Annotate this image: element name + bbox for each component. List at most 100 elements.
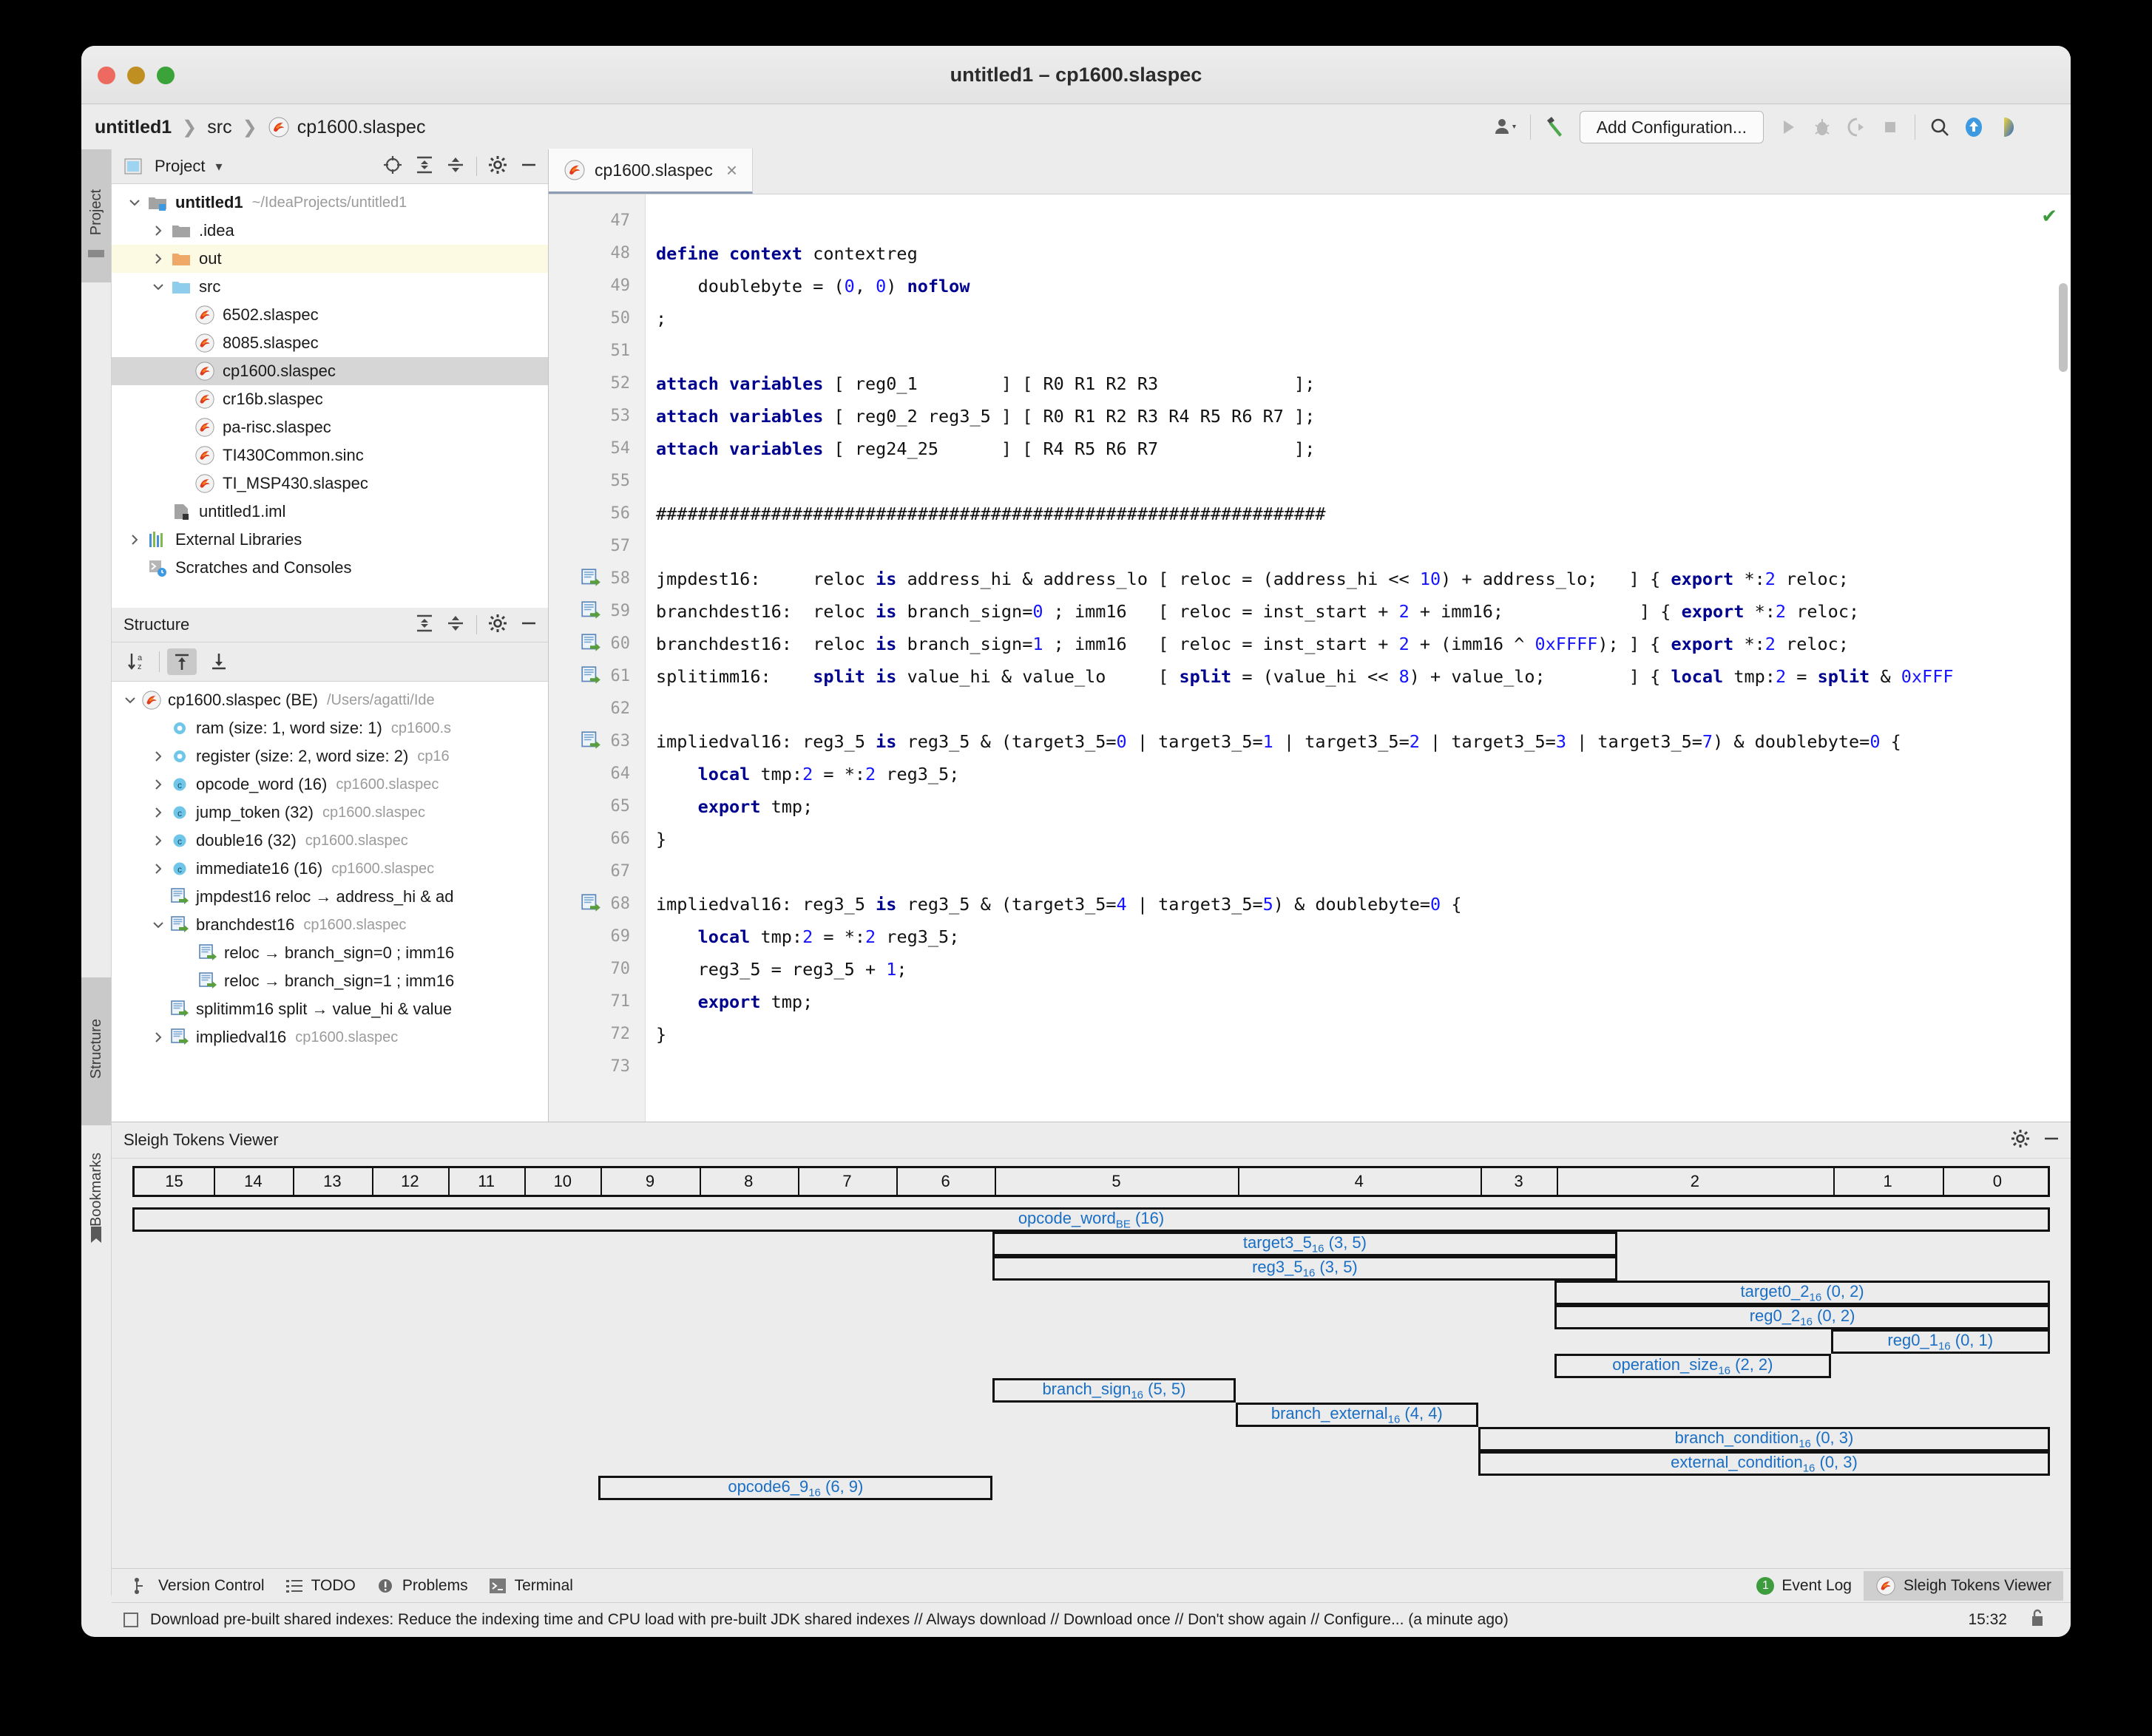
token-field[interactable]: branch_condition16 (0, 3) bbox=[1478, 1427, 2050, 1451]
project-tree-item[interactable]: untitled1.iml bbox=[112, 498, 548, 526]
hide-icon[interactable] bbox=[2041, 1128, 2062, 1153]
structure-tree-item[interactable]: c immediate16 (16) cp1600.slaspec bbox=[112, 855, 548, 883]
code-text[interactable]: define context contextreg doublebyte = (… bbox=[646, 194, 2071, 1083]
project-tree-item[interactable]: TI_MSP430.slaspec bbox=[112, 469, 548, 498]
ide-feature-icon[interactable] bbox=[1991, 110, 2025, 144]
run-coverage-icon[interactable] bbox=[1839, 110, 1873, 144]
project-tree-item[interactable]: src bbox=[112, 273, 548, 301]
chevron-right-icon[interactable] bbox=[150, 223, 166, 239]
project-tree[interactable]: untitled1 ~/IdeaProjects/untitled1 .idea ou… bbox=[112, 184, 548, 582]
token-field[interactable]: branch_sign16 (5, 5) bbox=[992, 1378, 1236, 1403]
chevron-right-icon[interactable] bbox=[150, 861, 166, 877]
structure-tree[interactable]: cp1600.slaspec (BE) /Users/agatti/Ide ram … bbox=[112, 682, 548, 1051]
chevron-down-icon[interactable]: ▾ bbox=[215, 159, 222, 174]
gutter-constructor-icon[interactable] bbox=[580, 730, 602, 752]
token-field[interactable]: target3_516 (3, 5) bbox=[992, 1232, 1617, 1256]
chevron-right-icon[interactable] bbox=[150, 833, 166, 849]
structure-tree-item[interactable]: splitimm16 split → value_hi & value bbox=[112, 995, 548, 1023]
gear-icon[interactable] bbox=[487, 613, 508, 637]
breadcrumb-folder[interactable]: src bbox=[207, 117, 231, 138]
chevron-down-icon[interactable] bbox=[150, 917, 166, 933]
structure-tree-item[interactable]: c opcode_word (16) cp1600.slaspec bbox=[112, 770, 548, 799]
structure-tree-item[interactable]: jmpdest16 reloc → address_hi & ad bbox=[112, 883, 548, 911]
project-tree-item[interactable]: out bbox=[112, 245, 548, 273]
project-tree-item[interactable]: Scratches and Consoles bbox=[112, 554, 548, 582]
token-field[interactable]: operation_size16 (2, 2) bbox=[1554, 1354, 1831, 1378]
expand-all-icon[interactable] bbox=[414, 155, 435, 179]
breadcrumb-project[interactable]: untitled1 bbox=[95, 117, 172, 138]
search-everywhere-icon[interactable] bbox=[1923, 110, 1957, 144]
bottom-bar-todo[interactable]: TODO bbox=[284, 1576, 356, 1596]
structure-tree-item[interactable]: c jump_token (32) cp1600.slaspec bbox=[112, 799, 548, 827]
sort-alphabetically-icon[interactable]: az bbox=[122, 648, 152, 675]
bottom-bar-problems[interactable]: Problems bbox=[375, 1576, 468, 1596]
gutter-constructor-icon[interactable] bbox=[580, 567, 602, 589]
sidebar-item-project[interactable]: Project bbox=[81, 149, 111, 282]
add-configuration-button[interactable]: Add Configuration... bbox=[1579, 111, 1764, 143]
locate-icon[interactable] bbox=[382, 154, 404, 180]
notification-icon[interactable] bbox=[122, 1611, 140, 1629]
user-avatar-icon[interactable] bbox=[1489, 110, 1523, 144]
update-project-icon[interactable] bbox=[1957, 110, 1991, 144]
project-tree-item[interactable]: TI430Common.sinc bbox=[112, 441, 548, 469]
breadcrumb-file[interactable]: cp1600.slaspec bbox=[297, 117, 426, 138]
editor-scrollbar[interactable] bbox=[2059, 283, 2068, 372]
chevron-right-icon[interactable] bbox=[150, 251, 166, 267]
collapse-all-icon[interactable] bbox=[445, 613, 466, 637]
stop-icon[interactable] bbox=[1873, 110, 1907, 144]
hide-icon[interactable] bbox=[518, 155, 539, 179]
hide-icon[interactable] bbox=[518, 613, 539, 637]
editor-area[interactable]: 47 48 49 50 51 52 53 54 55 56 57 58 59 60 61 62 63 64 65 66… bbox=[549, 194, 2071, 1122]
token-field[interactable]: external_condition16 (0, 3) bbox=[1478, 1451, 2050, 1476]
sidebar-item-structure[interactable]: Structure bbox=[81, 977, 111, 1125]
chevron-right-icon[interactable] bbox=[150, 1029, 166, 1045]
token-field[interactable]: branch_external16 (4, 4) bbox=[1235, 1403, 1478, 1427]
run-icon[interactable] bbox=[1771, 110, 1805, 144]
project-tree-item[interactable]: 6502.slaspec bbox=[112, 301, 548, 329]
gear-icon[interactable] bbox=[2010, 1128, 2031, 1153]
more-options-icon[interactable] bbox=[2025, 110, 2059, 144]
chevron-down-icon[interactable] bbox=[122, 692, 138, 708]
project-tree-item[interactable]: cr16b.slaspec bbox=[112, 385, 548, 413]
chevron-right-icon[interactable] bbox=[150, 776, 166, 793]
chevron-right-icon[interactable] bbox=[126, 532, 143, 548]
gutter-constructor-icon[interactable] bbox=[580, 892, 602, 915]
tab-cp1600-slaspec[interactable]: cp1600.slaspec × bbox=[549, 149, 754, 194]
build-hammer-icon[interactable] bbox=[1538, 110, 1572, 144]
token-field[interactable]: opcode_wordBE (16) bbox=[132, 1207, 2050, 1232]
status-message[interactable]: Download pre-built shared indexes: Reduc… bbox=[150, 1611, 1509, 1629]
token-field[interactable]: reg0_216 (0, 2) bbox=[1554, 1305, 2050, 1329]
chevron-down-icon[interactable] bbox=[150, 279, 166, 295]
tokens-diagram[interactable]: 15 14 13 12 11 10 9 8 7 6 5 4 3 2 1 0 opcode_wordBE (16… bbox=[112, 1159, 2071, 1596]
project-tree-item[interactable]: cp1600.slaspec bbox=[112, 357, 548, 385]
gutter-constructor-icon[interactable] bbox=[580, 665, 602, 687]
structure-tree-item[interactable]: cp1600.slaspec (BE) /Users/agatti/Ide bbox=[112, 686, 548, 714]
structure-tree-item[interactable]: ram (size: 1, word size: 1) cp1600.s bbox=[112, 714, 548, 742]
chevron-right-icon[interactable] bbox=[150, 748, 166, 764]
show-children-icon[interactable] bbox=[204, 648, 234, 675]
token-field[interactable]: target0_216 (0, 2) bbox=[1554, 1281, 2050, 1305]
bottom-bar-version-control[interactable]: Version Control bbox=[131, 1576, 265, 1596]
project-tree-item[interactable]: .idea bbox=[112, 217, 548, 245]
collapse-all-icon[interactable] bbox=[445, 155, 466, 179]
gutter-constructor-icon[interactable] bbox=[580, 632, 602, 654]
inspection-status-icon[interactable]: ✔ bbox=[2041, 205, 2057, 228]
gear-icon[interactable] bbox=[487, 155, 508, 179]
bottom-bar-sleigh-tokens-viewer[interactable]: Sleigh Tokens Viewer bbox=[1863, 1571, 2063, 1601]
project-tree-item[interactable]: External Libraries bbox=[112, 526, 548, 554]
project-tree-item[interactable]: 8085.slaspec bbox=[112, 329, 548, 357]
expand-all-icon[interactable] bbox=[414, 613, 435, 637]
bottom-bar-terminal[interactable]: Terminal bbox=[487, 1576, 573, 1596]
token-field[interactable]: reg0_116 (0, 1) bbox=[1830, 1329, 2050, 1354]
gutter-constructor-icon[interactable] bbox=[580, 600, 602, 622]
editor-gutter[interactable]: 47 48 49 50 51 52 53 54 55 56 57 58 59 60 61 62 63 64 65 66… bbox=[549, 194, 646, 1122]
structure-tree-item[interactable]: reloc → branch_sign=0 ; imm16 bbox=[112, 939, 548, 967]
unlock-icon[interactable] bbox=[2029, 1608, 2046, 1632]
token-field[interactable]: reg3_516 (3, 5) bbox=[992, 1256, 1617, 1281]
editor-code[interactable]: define context contextreg doublebyte = (… bbox=[646, 194, 2071, 1122]
structure-tree-item[interactable]: register (size: 2, word size: 2) cp16 bbox=[112, 742, 548, 770]
debug-icon[interactable] bbox=[1805, 110, 1839, 144]
structure-tree-item[interactable]: c double16 (32) cp1600.slaspec bbox=[112, 827, 548, 855]
chevron-right-icon[interactable] bbox=[150, 804, 166, 821]
structure-tree-item[interactable]: impliedval16 cp1600.slaspec bbox=[112, 1023, 548, 1051]
